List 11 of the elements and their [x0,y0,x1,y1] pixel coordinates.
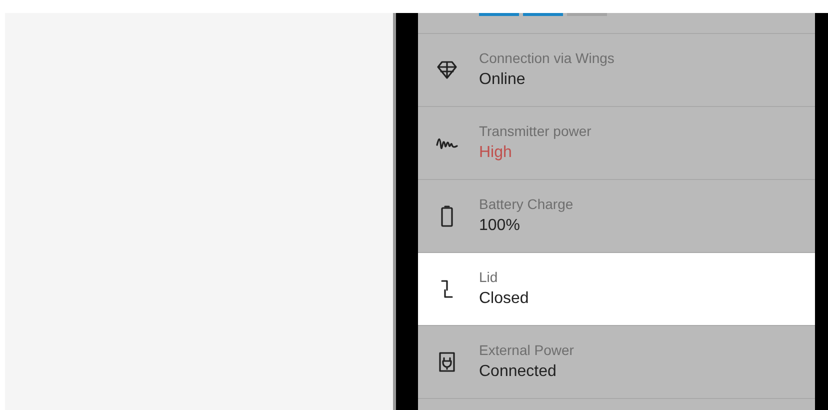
status-label: Lid [479,268,499,287]
status-value: 100% [479,216,521,236]
status-value: Online [479,70,526,90]
status-value: High [479,143,513,163]
status-label: Battery Charge [479,195,574,214]
status-label: External Power [479,341,574,360]
diamond-icon [435,58,459,82]
status-value: Connected [479,362,558,382]
status-label: Transmitter power [479,122,592,141]
status-value: Closed [479,289,529,309]
status-label: Connection via Wings [479,49,614,68]
